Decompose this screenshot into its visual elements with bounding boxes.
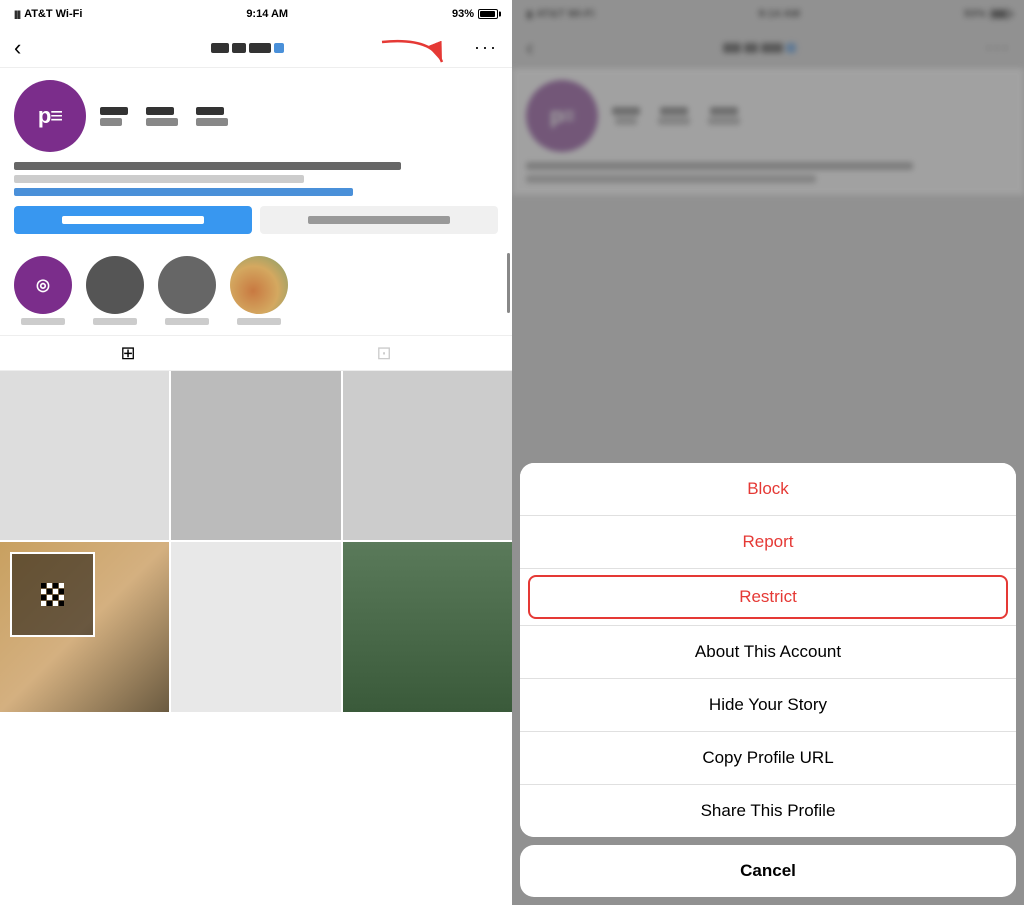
action-sheet: Block Report Restrict About This Account bbox=[520, 463, 1016, 897]
hide-story-label: Hide Your Story bbox=[709, 695, 827, 714]
left-phone-panel: |||| AT&T Wi-Fi 9:14 AM 93% ‹ ··· bbox=[0, 0, 512, 905]
hide-story-item[interactable]: Hide Your Story bbox=[520, 679, 1016, 732]
grid-icon[interactable]: ⊞ bbox=[120, 343, 135, 364]
story-ring-4 bbox=[230, 256, 288, 314]
posts-num bbox=[100, 107, 128, 115]
photo-3[interactable] bbox=[343, 371, 512, 540]
story-label-3 bbox=[165, 318, 209, 325]
posts-stat bbox=[100, 107, 128, 126]
story-label-2 bbox=[93, 318, 137, 325]
report-action-item[interactable]: Report bbox=[520, 516, 1016, 569]
restrict-action-item[interactable]: Restrict bbox=[528, 575, 1008, 619]
left-battery-icon bbox=[478, 9, 498, 19]
photo-6-img bbox=[343, 542, 512, 711]
follow-button[interactable] bbox=[14, 206, 252, 234]
left-time: 9:14 AM bbox=[246, 8, 288, 20]
photo-4-img bbox=[0, 542, 169, 711]
bio-line-2 bbox=[14, 175, 304, 183]
arrow-svg bbox=[372, 32, 452, 82]
block-label: Block bbox=[747, 479, 789, 498]
follow-btn-label bbox=[62, 216, 205, 224]
bio-line-1 bbox=[14, 162, 401, 170]
copy-url-item[interactable]: Copy Profile URL bbox=[520, 732, 1016, 785]
message-button[interactable] bbox=[260, 206, 498, 234]
story-label-4 bbox=[237, 318, 281, 325]
left-nav-title bbox=[211, 43, 284, 53]
story-label-1 bbox=[21, 318, 65, 325]
left-profile-top: p≡ bbox=[14, 80, 498, 152]
share-profile-item[interactable]: Share This Profile bbox=[520, 785, 1016, 837]
right-phone-panel: |||| AT&T Wi-Fi 9:14 AM 93% ‹ ··· bbox=[512, 0, 1024, 905]
following-label bbox=[196, 118, 228, 126]
report-label: Report bbox=[742, 532, 793, 551]
left-status-bar: |||| AT&T Wi-Fi 9:14 AM 93% bbox=[0, 0, 512, 28]
story-4[interactable] bbox=[230, 256, 288, 325]
photo-4-overlay bbox=[10, 552, 95, 637]
left-battery: 93% bbox=[452, 8, 498, 20]
about-label: About This Account bbox=[695, 642, 841, 661]
username-pixel-4 bbox=[274, 43, 284, 53]
story-ring-2 bbox=[86, 256, 144, 314]
share-profile-label: Share This Profile bbox=[701, 801, 836, 820]
restrict-wrapper: Restrict bbox=[520, 569, 1016, 626]
bio-lines bbox=[14, 162, 498, 196]
photo-1[interactable] bbox=[0, 371, 169, 540]
photo-5[interactable] bbox=[171, 542, 340, 711]
left-scrollbar[interactable] bbox=[507, 253, 510, 313]
left-grid-divider: ⊞ ⊡ bbox=[0, 335, 512, 371]
restrict-label: Restrict bbox=[739, 587, 797, 606]
left-signal-icon: |||| bbox=[14, 9, 20, 19]
copy-url-label: Copy Profile URL bbox=[702, 748, 833, 767]
message-btn-label bbox=[308, 216, 451, 224]
left-photo-grid bbox=[0, 371, 512, 712]
left-profile-stats bbox=[100, 107, 228, 126]
left-story-highlights: ◎ bbox=[0, 246, 512, 335]
following-num bbox=[196, 107, 224, 115]
story-ring-3 bbox=[158, 256, 216, 314]
story-3[interactable] bbox=[158, 256, 216, 325]
story-2[interactable] bbox=[86, 256, 144, 325]
left-profile-section: p≡ bbox=[0, 68, 512, 246]
tag-icon[interactable]: ⊡ bbox=[376, 343, 391, 364]
action-sheet-main: Block Report Restrict About This Account bbox=[520, 463, 1016, 837]
story-1[interactable]: ◎ bbox=[14, 256, 72, 325]
bio-link bbox=[14, 188, 353, 196]
left-carrier: |||| AT&T Wi-Fi bbox=[14, 8, 82, 20]
qr-pattern bbox=[41, 583, 64, 606]
photo-2[interactable] bbox=[171, 371, 340, 540]
cancel-button[interactable]: Cancel bbox=[520, 845, 1016, 897]
left-action-buttons bbox=[14, 206, 498, 234]
left-avatar-initials: p≡ bbox=[38, 103, 62, 129]
about-account-item[interactable]: About This Account bbox=[520, 626, 1016, 679]
cancel-label: Cancel bbox=[740, 861, 796, 880]
followers-stat bbox=[146, 107, 178, 126]
followers-num bbox=[146, 107, 174, 115]
followers-label bbox=[146, 118, 178, 126]
left-carrier-text: AT&T Wi-Fi bbox=[24, 8, 82, 20]
left-back-button[interactable]: ‹ bbox=[14, 37, 21, 59]
photo-4[interactable] bbox=[0, 542, 169, 711]
photo-6[interactable] bbox=[343, 542, 512, 711]
username-pixel-2 bbox=[232, 43, 246, 53]
posts-label bbox=[100, 118, 122, 126]
username-pixel-1 bbox=[211, 43, 229, 53]
action-sheet-cancel: Cancel bbox=[520, 845, 1016, 897]
username-pixel-3 bbox=[249, 43, 271, 53]
story-icon-1: ◎ bbox=[36, 275, 50, 295]
block-action-item[interactable]: Block bbox=[520, 463, 1016, 516]
left-avatar[interactable]: p≡ bbox=[14, 80, 86, 152]
following-stat bbox=[196, 107, 228, 126]
red-arrow-annotation bbox=[372, 32, 452, 87]
story-ring-1: ◎ bbox=[14, 256, 72, 314]
left-more-button[interactable]: ··· bbox=[474, 37, 498, 58]
action-sheet-overlay: Block Report Restrict About This Account bbox=[512, 0, 1024, 905]
left-profile-info bbox=[14, 162, 498, 196]
left-battery-text: 93% bbox=[452, 8, 474, 20]
